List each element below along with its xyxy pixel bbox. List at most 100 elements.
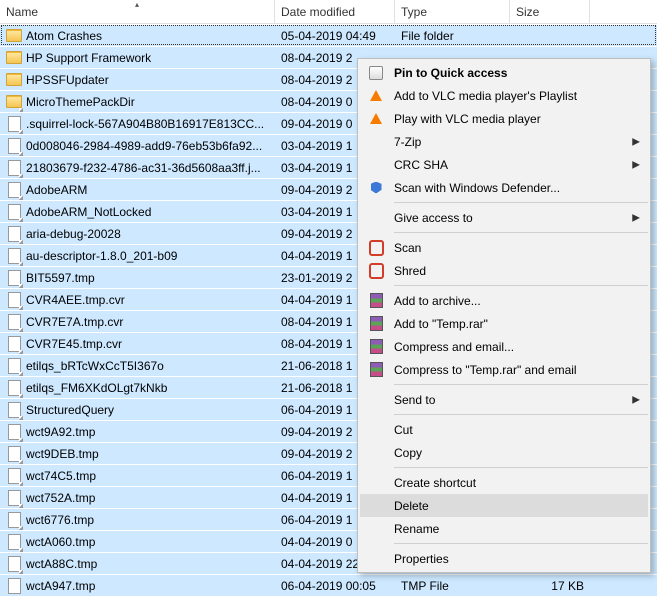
- menu-item-label: Rename: [394, 522, 628, 536]
- menu-icon: [364, 392, 388, 408]
- file-name: au-descriptor-1.8.0_201-b09: [26, 249, 177, 263]
- menu-separator: [394, 414, 648, 415]
- column-header-size[interactable]: Size: [510, 0, 590, 23]
- m-icon: [369, 240, 384, 256]
- menu-separator: [394, 202, 648, 203]
- column-header-name[interactable]: Name ▴: [0, 0, 275, 23]
- menu-icon: [364, 157, 388, 173]
- menu-item-send-to[interactable]: Send to ▶: [360, 388, 648, 411]
- menu-separator: [394, 384, 648, 385]
- def-icon: [371, 182, 382, 194]
- menu-icon: [364, 521, 388, 537]
- file-name: wct752A.tmp: [26, 491, 95, 505]
- menu-separator: [394, 285, 648, 286]
- chevron-right-icon: ▶: [632, 212, 640, 223]
- menu-item-pin-to-quick-access[interactable]: Pin to Quick access: [360, 61, 648, 84]
- menu-icon: [364, 339, 388, 355]
- menu-item-play-with-vlc-media-player[interactable]: Play with VLC media player: [360, 107, 648, 130]
- menu-item-delete[interactable]: Delete: [360, 494, 648, 517]
- menu-item-label: Shred: [394, 264, 628, 278]
- menu-item-label: Add to VLC media player's Playlist: [394, 89, 628, 103]
- menu-separator: [394, 232, 648, 233]
- menu-item-label: Scan with Windows Defender...: [394, 181, 628, 195]
- menu-item-give-access-to[interactable]: Give access to ▶: [360, 206, 648, 229]
- file-name: Atom Crashes: [26, 29, 102, 43]
- menu-separator: [394, 467, 648, 468]
- menu-icon: [364, 210, 388, 226]
- rar-icon: [370, 316, 383, 331]
- menu-icon: [364, 362, 388, 378]
- menu-icon: [364, 475, 388, 491]
- menu-item-create-shortcut[interactable]: Create shortcut: [360, 471, 648, 494]
- sort-asc-icon: ▴: [135, 0, 139, 9]
- menu-item-copy[interactable]: Copy: [360, 441, 648, 464]
- menu-item-compress-and-email[interactable]: Compress and email...: [360, 335, 648, 358]
- rar-icon: [370, 362, 383, 377]
- menu-item-label: Copy: [394, 446, 628, 460]
- menu-item-add-to-vlc-media-player-s-playlist[interactable]: Add to VLC media player's Playlist: [360, 84, 648, 107]
- menu-item-label: Properties: [394, 552, 628, 566]
- menu-item-label: Play with VLC media player: [394, 112, 628, 126]
- context-menu: Pin to Quick access Add to VLC media play…: [357, 58, 651, 573]
- file-name: wctA060.tmp: [26, 535, 95, 549]
- table-row[interactable]: Atom Crashes 05-04-2019 04:49File folder: [0, 24, 657, 46]
- file-name: CVR7E7A.tmp.cvr: [26, 315, 123, 329]
- menu-icon: [364, 134, 388, 150]
- menu-item-label: Delete: [394, 499, 628, 513]
- menu-item-scan-with-windows-defender[interactable]: Scan with Windows Defender...: [360, 176, 648, 199]
- file-name: etilqs_bRTcWxCcT5I367o: [26, 359, 164, 373]
- rar-icon: [370, 293, 383, 308]
- menu-item-label: Scan: [394, 241, 628, 255]
- column-header-date[interactable]: Date modified: [275, 0, 395, 23]
- file-name: BIT5597.tmp: [26, 271, 95, 285]
- menu-icon: [364, 293, 388, 309]
- menu-item-scan[interactable]: Scan: [360, 236, 648, 259]
- menu-item-compress-to-temp-rar-and-email[interactable]: Compress to "Temp.rar" and email: [360, 358, 648, 381]
- folder-icon: [6, 28, 22, 44]
- folder-icon: [6, 72, 22, 88]
- menu-icon: [364, 88, 388, 104]
- menu-item-cut[interactable]: Cut: [360, 418, 648, 441]
- column-header-type[interactable]: Type: [395, 0, 510, 23]
- table-row[interactable]: wctA947.tmp06-04-2019 00:05TMP File17 KB: [0, 574, 657, 596]
- menu-icon: [364, 551, 388, 567]
- menu-item-label: Send to: [394, 393, 628, 407]
- file-name: wct9A92.tmp: [26, 425, 95, 439]
- chevron-right-icon: ▶: [632, 394, 640, 405]
- column-header-type-label: Type: [401, 5, 427, 19]
- file-date: 06-04-2019 00:05: [275, 579, 395, 593]
- file-name: HP Support Framework: [26, 51, 151, 65]
- file-name: aria-debug-20028: [26, 227, 121, 241]
- chevron-right-icon: ▶: [632, 159, 640, 170]
- menu-item-shred[interactable]: Shred: [360, 259, 648, 282]
- column-header-row: Name ▴ Date modified Type Size: [0, 0, 657, 24]
- menu-item-crc-sha[interactable]: CRC SHA▶: [360, 153, 648, 176]
- menu-item-add-to-temp-rar[interactable]: Add to "Temp.rar": [360, 312, 648, 335]
- menu-item-label: Add to "Temp.rar": [394, 317, 628, 331]
- menu-item-label: Give access to: [394, 211, 628, 225]
- menu-item-properties[interactable]: Properties: [360, 547, 648, 570]
- file-name: 0d008046-2984-4989-add9-76eb53b6fa92...: [26, 139, 262, 153]
- menu-icon: [364, 263, 388, 279]
- chevron-right-icon: ▶: [632, 136, 640, 147]
- file-name: wct9DEB.tmp: [26, 447, 99, 461]
- column-header-date-label: Date modified: [281, 5, 355, 19]
- menu-item-7-zip[interactable]: 7-Zip▶: [360, 130, 648, 153]
- menu-icon: [364, 180, 388, 196]
- menu-item-label: Compress to "Temp.rar" and email: [394, 363, 628, 377]
- menu-item-rename[interactable]: Rename: [360, 517, 648, 540]
- column-header-name-label: Name: [6, 5, 38, 19]
- vlc-icon: [370, 113, 382, 124]
- menu-item-label: Cut: [394, 423, 628, 437]
- file-name: AdobeARM: [26, 183, 87, 197]
- file-type: File folder: [395, 29, 510, 43]
- file-icon: [6, 578, 22, 594]
- menu-item-label: Create shortcut: [394, 476, 628, 490]
- menu-item-add-to-archive[interactable]: Add to archive...: [360, 289, 648, 312]
- file-size: 17 KB: [510, 579, 590, 593]
- file-date: 05-04-2019 04:49: [275, 29, 395, 43]
- file-name: etilqs_FM6XKdOLgt7kNkb: [26, 381, 167, 395]
- menu-item-label: Add to archive...: [394, 294, 628, 308]
- m-icon: [369, 263, 384, 279]
- file-name: wctA947.tmp: [26, 579, 95, 593]
